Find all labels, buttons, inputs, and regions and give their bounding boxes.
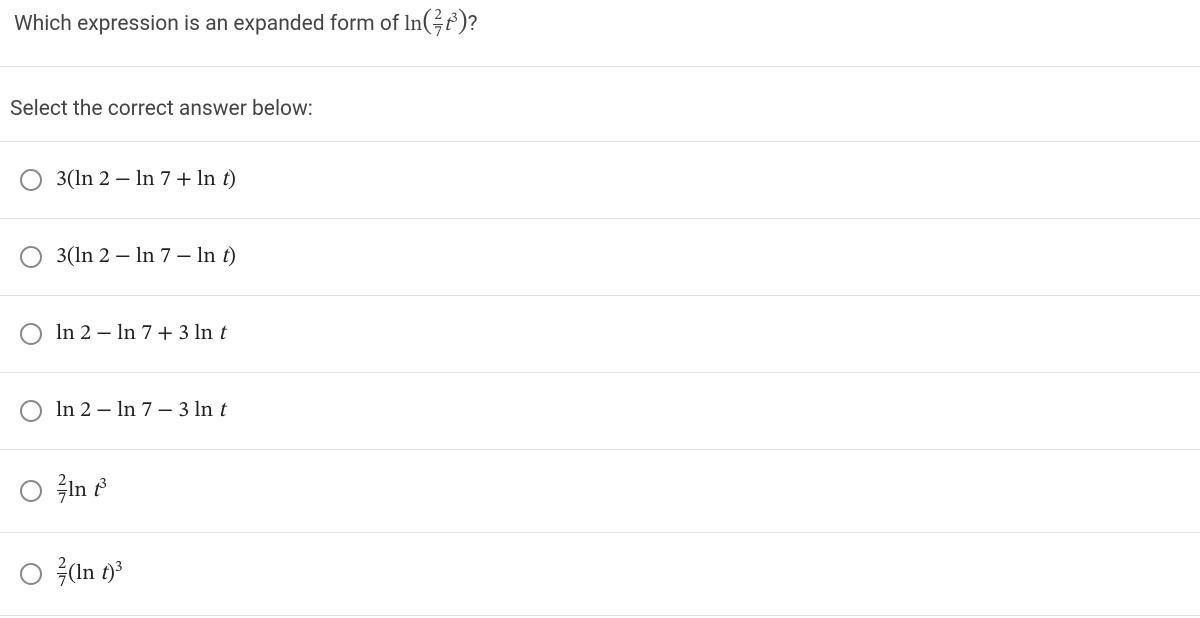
radio-icon — [20, 169, 42, 191]
radio-icon — [20, 323, 42, 345]
question-suffix: ? — [468, 12, 478, 36]
option-2[interactable]: 3(ln 2 − ln 7 − ln t) — [0, 219, 1200, 296]
option-4[interactable]: ln 2 − ln 7 − 3 ln t — [0, 373, 1200, 450]
option-3[interactable]: ln 2 − ln 7 + 3 ln t — [0, 296, 1200, 373]
question-prefix: Which expression is an expanded form of — [14, 12, 404, 36]
option-6-text: 27(ln t)3 — [56, 557, 123, 591]
option-5[interactable]: 27ln t3 — [0, 450, 1200, 533]
radio-icon — [20, 563, 42, 585]
answer-prompt: Select the correct answer below: — [0, 67, 1200, 142]
radio-icon — [20, 480, 42, 502]
question-expression: ln(27t3) — [404, 14, 467, 35]
option-5-text: 27ln t3 — [56, 474, 107, 508]
option-6[interactable]: 27(ln t)3 — [0, 533, 1200, 616]
option-1[interactable]: 3(ln 2 − ln 7 + ln t) — [0, 142, 1200, 219]
question-text: Which expression is an expanded form of … — [0, 0, 1200, 67]
option-3-text: ln 2 − ln 7 + 3 ln t — [56, 320, 225, 348]
radio-icon — [20, 400, 42, 422]
radio-icon — [20, 246, 42, 268]
option-1-text: 3(ln 2 − ln 7 + ln t) — [56, 166, 236, 194]
option-2-text: 3(ln 2 − ln 7 − ln t) — [56, 243, 236, 271]
option-4-text: ln 2 − ln 7 − 3 ln t — [56, 397, 225, 425]
